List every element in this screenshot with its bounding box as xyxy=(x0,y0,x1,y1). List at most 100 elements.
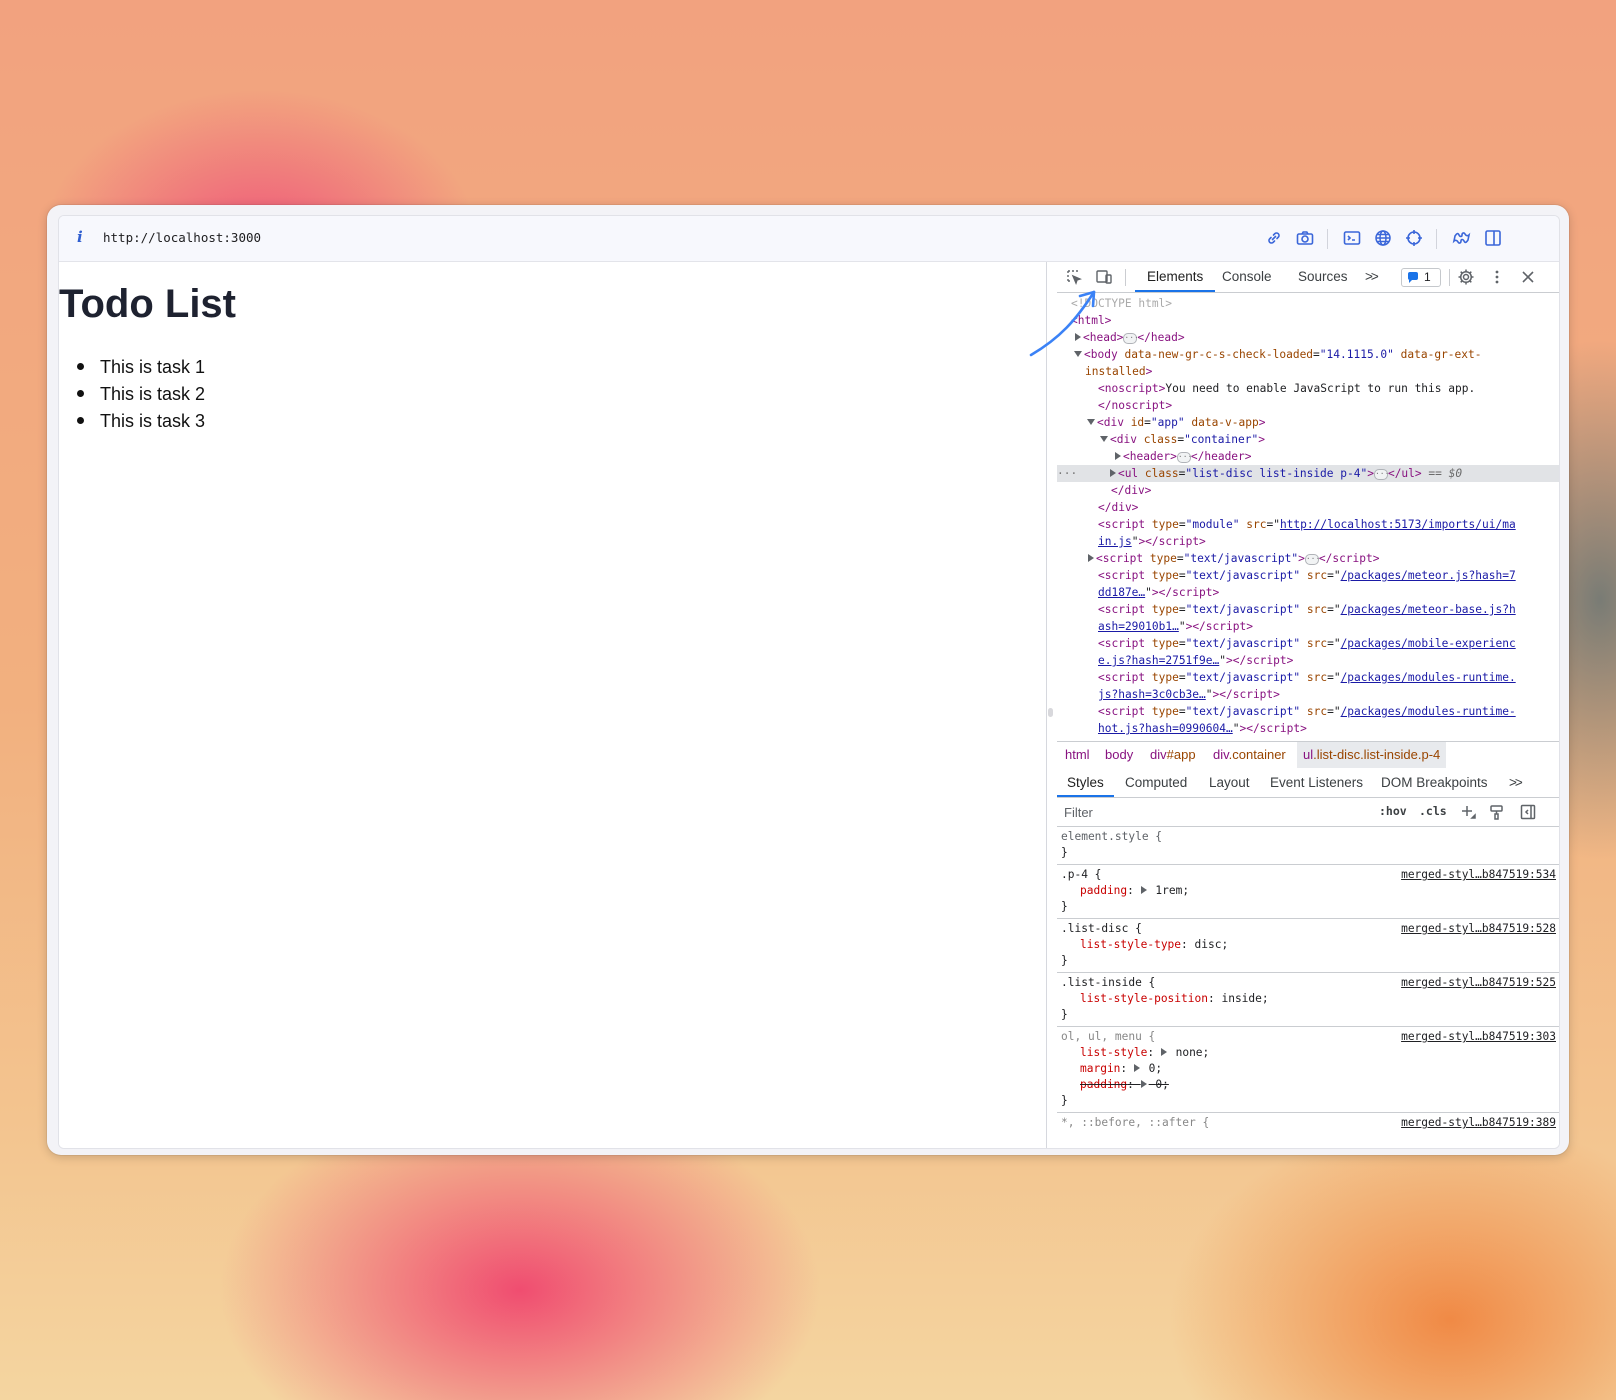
dom-node-noscript[interactable]: <noscript>You need to enable JavaScript … xyxy=(1098,380,1559,397)
expand-triangle-icon[interactable] xyxy=(1140,886,1147,894)
rule-selector: .list-inside { xyxy=(1061,976,1156,989)
expand-triangle-icon[interactable] xyxy=(1088,554,1094,562)
rule-source-link[interactable]: merged-styl…b847519:534 xyxy=(1401,867,1556,883)
collapse-triangle-icon[interactable] xyxy=(1100,436,1108,442)
dom-node-script-module[interactable]: <script type="module" src="http://localh… xyxy=(1098,516,1559,533)
dom-node-ul-selected[interactable]: ··· <ul class="list-disc list-inside p-4… xyxy=(1057,465,1559,482)
tab-sources[interactable]: Sources xyxy=(1298,262,1348,292)
ellipsis-icon[interactable]: ··· xyxy=(1373,468,1389,480)
css-property[interactable]: margin: 0; xyxy=(1080,1061,1162,1077)
expand-triangle-icon[interactable] xyxy=(1140,1080,1147,1088)
more-tabs-button[interactable]: >> xyxy=(1365,262,1379,292)
dom-node-doctype[interactable]: <!DOCTYPE html> xyxy=(1071,295,1559,312)
sidebar-toggle-icon[interactable] xyxy=(1519,803,1537,821)
split-panel-icon[interactable] xyxy=(1483,228,1503,248)
rule-close: } xyxy=(1061,846,1068,859)
issues-badge[interactable]: 1 xyxy=(1401,268,1441,287)
panel-divider[interactable] xyxy=(1046,262,1047,1148)
dom-tree[interactable]: <!DOCTYPE html> <html> <head>···</head> … xyxy=(1057,293,1559,741)
devtools-toolbar: Elements Console Sources >> 1 xyxy=(1057,262,1559,293)
info-icon[interactable]: i xyxy=(77,228,83,246)
dom-node-div-close[interactable]: </div> xyxy=(1098,499,1559,516)
dom-node-script-inline[interactable]: <script type="text/javascript">···</scri… xyxy=(1088,550,1559,567)
css-rule[interactable]: ol, ul, menu { merged-styl…b847519:303 l… xyxy=(1057,1027,1559,1113)
ellipsis-icon[interactable]: ··· xyxy=(1304,553,1320,565)
css-property-overridden[interactable]: padding: 0; xyxy=(1080,1077,1169,1093)
puzzle-icon[interactable] xyxy=(1452,228,1472,248)
paint-roller-icon[interactable] xyxy=(1488,803,1506,821)
dom-node-body-cont[interactable]: installed> xyxy=(1085,363,1559,380)
tab-elements[interactable]: Elements xyxy=(1135,262,1216,292)
list-item: This is task 1 xyxy=(77,354,205,381)
tab-dom-breakpoints[interactable]: DOM Breakpoints xyxy=(1381,768,1488,797)
filter-input[interactable] xyxy=(1060,801,1374,823)
css-property[interactable]: list-style-type: disc; xyxy=(1080,937,1228,953)
more-tabs-button[interactable]: >> xyxy=(1509,768,1523,797)
dom-node-script-cont[interactable]: e.js?hash=2751f9e…"></script> xyxy=(1098,652,1559,669)
rule-source-link[interactable]: merged-styl…b847519:528 xyxy=(1401,921,1556,937)
ellipsis-icon[interactable]: ··· xyxy=(1123,332,1139,344)
dom-node-script-cont[interactable]: dd187e…"></script> xyxy=(1098,584,1559,601)
dom-node-body[interactable]: <body data-new-gr-c-s-check-loaded="14.1… xyxy=(1074,346,1559,363)
expand-triangle-icon[interactable] xyxy=(1115,452,1121,460)
dom-node-script-cont[interactable]: hot.js?hash=0990604…"></script> xyxy=(1098,720,1559,737)
expand-triangle-icon[interactable] xyxy=(1133,1064,1140,1072)
gear-icon[interactable] xyxy=(1457,268,1475,286)
rule-source-link[interactable]: merged-styl…b847519:303 xyxy=(1401,1029,1556,1045)
dom-node-script[interactable]: <script type="text/javascript" src="/pac… xyxy=(1098,669,1559,686)
close-icon[interactable] xyxy=(1519,268,1537,286)
ellipsis-icon[interactable]: ··· xyxy=(1176,451,1192,463)
css-rule[interactable]: .p-4 { merged-styl…b847519:534 padding: … xyxy=(1057,865,1559,919)
globe-icon[interactable] xyxy=(1373,228,1393,248)
tab-event-listeners[interactable]: Event Listeners xyxy=(1270,768,1363,797)
dom-node-head[interactable]: <head>···</head> xyxy=(1075,329,1559,346)
breadcrumb-div-container[interactable]: div.container xyxy=(1213,742,1286,768)
css-property[interactable]: list-style: none; xyxy=(1080,1045,1209,1061)
resize-handle[interactable] xyxy=(1048,708,1053,717)
expand-triangle-icon[interactable] xyxy=(1109,469,1116,477)
dom-node-script-module-cont[interactable]: in.js"></script> xyxy=(1098,533,1559,550)
breadcrumb-div-app[interactable]: div#app xyxy=(1150,742,1196,768)
more-options-icon[interactable] xyxy=(1488,268,1506,286)
expand-triangle-icon[interactable] xyxy=(1160,1048,1167,1056)
tab-styles[interactable]: Styles xyxy=(1057,768,1114,797)
link-icon[interactable] xyxy=(1264,228,1284,248)
breadcrumb-body[interactable]: body xyxy=(1105,742,1133,768)
css-property[interactable]: padding: 1rem; xyxy=(1080,883,1189,899)
plus-icon[interactable] xyxy=(1459,803,1477,821)
dom-node-noscript-close[interactable]: </noscript> xyxy=(1098,397,1559,414)
dom-node-header[interactable]: <header>···</header> xyxy=(1115,448,1559,465)
dom-node-div-container[interactable]: <div class="container"> xyxy=(1100,431,1559,448)
bullet-icon xyxy=(77,389,84,397)
dom-node-script[interactable]: <script type="text/javascript" src="/pac… xyxy=(1098,703,1559,720)
terminal-icon[interactable] xyxy=(1342,228,1362,248)
css-rule[interactable]: .list-inside { merged-styl…b847519:525 l… xyxy=(1057,973,1559,1027)
css-rule[interactable]: .list-disc { merged-styl…b847519:528 lis… xyxy=(1057,919,1559,973)
css-property[interactable]: list-style-position: inside; xyxy=(1080,991,1269,1007)
css-rule[interactable]: element.style { } xyxy=(1057,827,1559,865)
dom-node-script[interactable]: <script type="text/javascript" src="/pac… xyxy=(1098,567,1559,584)
tab-layout[interactable]: Layout xyxy=(1209,768,1250,797)
breadcrumb: html body div#app div.container ul.list-… xyxy=(1057,741,1559,769)
dom-node-div-close[interactable]: </div> xyxy=(1111,482,1559,499)
dom-node-div-app[interactable]: <div id="app" data-v-app> xyxy=(1087,414,1559,431)
breadcrumb-html[interactable]: html xyxy=(1065,742,1090,768)
rule-source-link[interactable]: merged-styl…b847519:389 xyxy=(1401,1115,1556,1131)
crosshair-icon[interactable] xyxy=(1404,228,1424,248)
dom-node-script[interactable]: <script type="text/javascript" src="/pac… xyxy=(1098,635,1559,652)
collapse-triangle-icon[interactable] xyxy=(1087,419,1095,425)
hov-toggle[interactable]: :hov xyxy=(1379,804,1407,818)
rule-source-link[interactable]: merged-styl…b847519:525 xyxy=(1401,975,1556,991)
camera-icon[interactable] xyxy=(1295,228,1315,248)
dom-node-html[interactable]: <html> xyxy=(1071,312,1559,329)
breadcrumb-ul[interactable]: ul.list-disc.list-inside.p-4 xyxy=(1297,742,1447,768)
dom-node-script-cont[interactable]: js?hash=3c0cb3e…"></script> xyxy=(1098,686,1559,703)
cls-toggle[interactable]: .cls xyxy=(1419,804,1447,818)
dom-node-script[interactable]: <script type="text/javascript" src="/pac… xyxy=(1098,601,1559,618)
dom-node-script-cont[interactable]: ash=29010b1…"></script> xyxy=(1098,618,1559,635)
css-rule[interactable]: *, ::before, ::after { merged-styl…b8475… xyxy=(1057,1113,1559,1148)
tab-console[interactable]: Console xyxy=(1222,262,1272,292)
toolbar-separator xyxy=(1436,229,1437,249)
url-text[interactable]: http://localhost:3000 xyxy=(103,230,261,245)
tab-computed[interactable]: Computed xyxy=(1125,768,1187,797)
